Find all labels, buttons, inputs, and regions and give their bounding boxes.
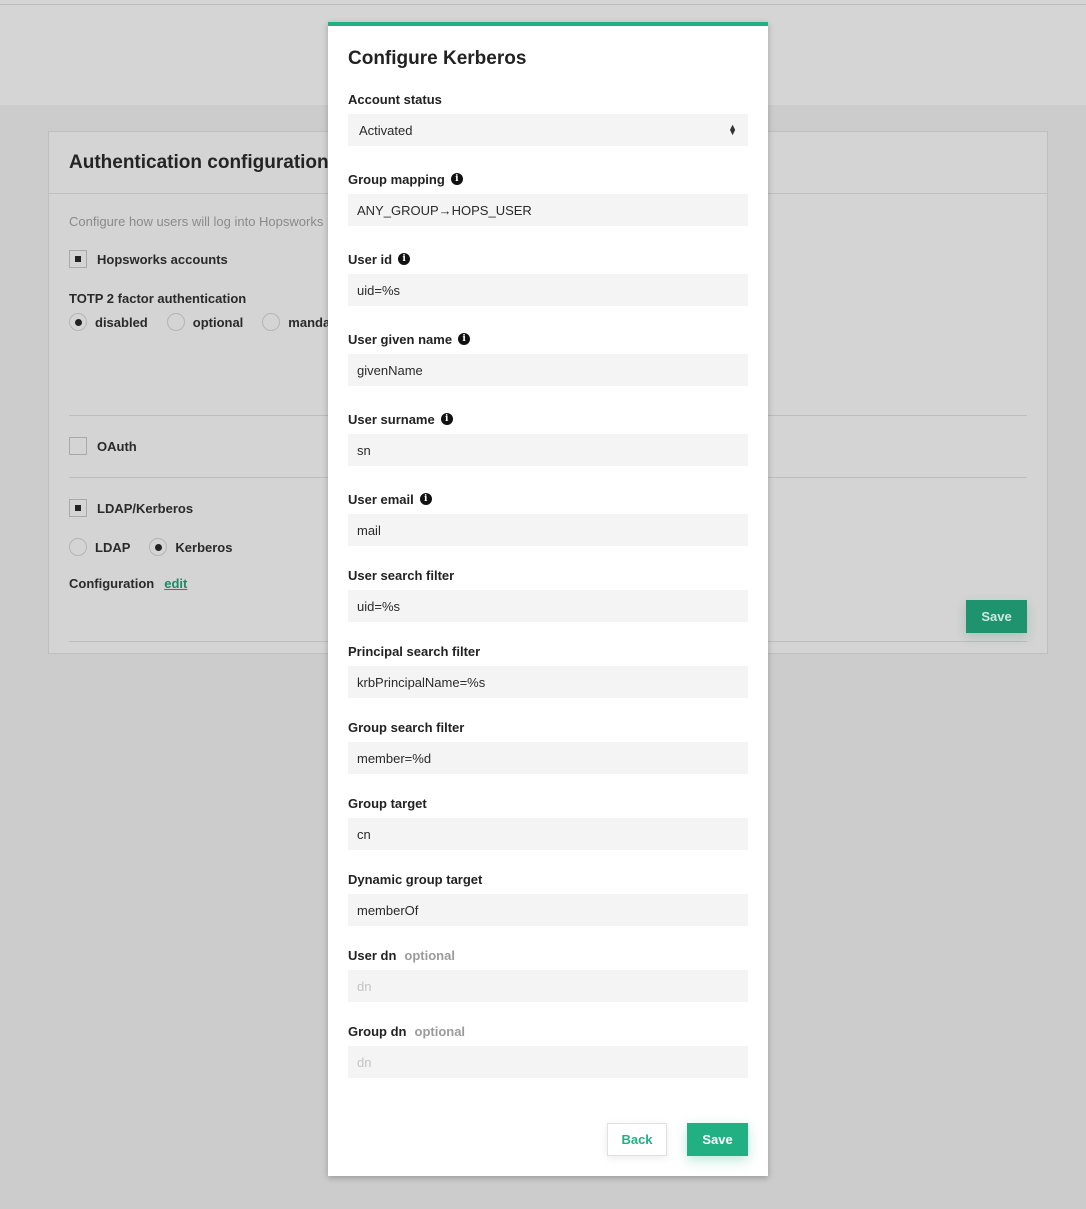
card-save-button[interactable]: Save — [966, 600, 1027, 633]
modal-title: Configure Kerberos — [348, 48, 527, 69]
oauth-label: OAuth — [97, 438, 137, 454]
totp-label: TOTP 2 factor authentication — [69, 291, 247, 306]
user-id-field: User id i uid=%s — [348, 251, 748, 306]
user-given-name-label-text: User given name — [348, 331, 453, 347]
group-dn-field: Group dn optional dn — [348, 1023, 748, 1078]
radio-ldap-label: LDAP — [95, 539, 131, 555]
account-status-label: Account status — [348, 91, 748, 107]
user-dn-input[interactable]: dn — [348, 970, 748, 1002]
dynamic-group-target-input[interactable]: memberOf — [348, 894, 748, 926]
hopsworks-accounts-checkbox-row[interactable]: Hopsworks accounts — [69, 250, 228, 268]
dynamic-group-target-field: Dynamic group target memberOf — [348, 871, 748, 926]
group-target-label: Group target — [348, 795, 748, 811]
optional-tag: optional — [414, 1023, 466, 1039]
radio-ldap[interactable] — [69, 538, 87, 556]
configure-kerberos-modal: Configure Kerberos Account status Activa… — [328, 22, 768, 1176]
info-icon[interactable]: i — [398, 253, 411, 265]
ldap-mode-radio-group: LDAP Kerberos — [69, 538, 251, 556]
totp-label-row: TOTP 2 factor authentication — [69, 291, 246, 306]
user-surname-label-text: User surname — [348, 411, 435, 427]
group-mapping-label-text: Group mapping — [348, 171, 445, 187]
info-icon[interactable]: i — [450, 173, 463, 185]
user-surname-input[interactable]: sn — [348, 434, 748, 466]
group-mapping-input[interactable]: ANY_GROUP→HOPS_USER — [348, 194, 748, 226]
group-search-filter-label: Group search filter — [348, 719, 748, 735]
oauth-checkbox-row[interactable]: OAuth — [69, 437, 137, 455]
save-button[interactable]: Save — [687, 1123, 748, 1156]
user-id-input[interactable]: uid=%s — [348, 274, 748, 306]
user-search-filter-label: User search filter — [348, 567, 748, 583]
group-search-filter-label-text: Group search filter — [348, 719, 465, 735]
optional-tag: optional — [404, 947, 455, 963]
user-email-input[interactable]: mail — [348, 514, 748, 546]
radio-disabled-label: disabled — [95, 314, 148, 330]
ldap-kerberos-checkbox[interactable] — [69, 499, 87, 517]
modal-footer: Back Save — [607, 1123, 748, 1156]
account-status-select[interactable]: Activated ▲ ▼ — [348, 114, 748, 146]
configuration-label: Configuration — [69, 576, 155, 591]
group-target-input[interactable]: cn — [348, 818, 748, 850]
info-icon[interactable]: i — [419, 493, 432, 505]
account-status-label-text: Account status — [348, 91, 442, 107]
group-dn-label: Group dn optional — [348, 1023, 748, 1039]
user-id-label-text: User id — [348, 251, 393, 267]
user-given-name-field: User given name i givenName — [348, 331, 748, 386]
user-given-name-label: User given name i — [348, 331, 748, 347]
ldap-kerberos-checkbox-row[interactable]: LDAP/Kerberos — [69, 499, 193, 517]
user-dn-field: User dn optional dn — [348, 947, 748, 1002]
radio-disabled[interactable] — [69, 313, 87, 331]
group-search-filter-field: Group search filter member=%d — [348, 719, 748, 774]
principal-search-filter-input[interactable]: krbPrincipalName=%s — [348, 666, 748, 698]
user-search-filter-input[interactable]: uid=%s — [348, 590, 748, 622]
group-target-label-text: Group target — [348, 795, 427, 811]
user-search-filter-field: User search filter uid=%s — [348, 567, 748, 622]
user-email-label: User email i — [348, 491, 748, 507]
configuration-row: Configuration edit — [69, 576, 187, 591]
info-icon[interactable]: i — [440, 413, 453, 425]
group-dn-label-text: Group dn — [348, 1023, 407, 1039]
totp-option-optional[interactable]: optional — [166, 313, 244, 331]
user-surname-label: User surname i — [348, 411, 748, 427]
user-surname-field: User surname i sn — [348, 411, 748, 466]
hopsworks-accounts-checkbox[interactable] — [69, 250, 87, 268]
group-dn-input[interactable]: dn — [348, 1046, 748, 1078]
account-status-field: Account status Activated ▲ ▼ — [348, 91, 748, 146]
group-target-field: Group target cn — [348, 795, 748, 850]
back-button[interactable]: Back — [607, 1123, 667, 1156]
edit-configuration-link[interactable]: edit — [164, 576, 187, 591]
hopsworks-accounts-label: Hopsworks accounts — [97, 251, 228, 267]
principal-search-filter-field: Principal search filter krbPrincipalName… — [348, 643, 748, 698]
group-search-filter-input[interactable]: member=%d — [348, 742, 748, 774]
select-updown-icon: ▲ ▼ — [728, 122, 737, 137]
mode-option-kerberos[interactable]: Kerberos — [149, 538, 232, 556]
dynamic-group-target-label-text: Dynamic group target — [348, 871, 483, 887]
principal-search-filter-label: Principal search filter — [348, 643, 748, 659]
radio-kerberos-label: Kerberos — [175, 539, 233, 555]
radio-mandatory[interactable] — [262, 313, 281, 331]
card-subtitle: Configure how users will log into Hopswo… — [69, 214, 324, 229]
principal-search-filter-label-text: Principal search filter — [348, 643, 481, 659]
radio-kerberos[interactable] — [149, 538, 168, 556]
radio-optional-label: optional — [192, 314, 244, 330]
radio-optional[interactable] — [166, 313, 185, 331]
account-status-value: Activated — [359, 122, 413, 138]
user-id-label: User id i — [348, 251, 748, 267]
user-given-name-input[interactable]: givenName — [348, 354, 748, 386]
group-mapping-label: Group mapping i — [348, 171, 748, 187]
user-search-filter-label-text: User search filter — [348, 567, 455, 583]
totp-option-disabled[interactable]: disabled — [69, 313, 148, 331]
mode-option-ldap[interactable]: LDAP — [69, 538, 130, 556]
dynamic-group-target-label: Dynamic group target — [348, 871, 748, 887]
ldap-kerberos-label: LDAP/Kerberos — [97, 500, 194, 516]
user-dn-label-text: User dn — [348, 947, 397, 963]
user-email-field: User email i mail — [348, 491, 748, 546]
oauth-checkbox[interactable] — [69, 437, 87, 455]
user-email-label-text: User email — [348, 491, 414, 507]
info-icon[interactable]: i — [458, 333, 471, 345]
group-mapping-field: Group mapping i ANY_GROUP→HOPS_USER — [348, 171, 748, 226]
user-dn-label: User dn optional — [348, 947, 748, 963]
